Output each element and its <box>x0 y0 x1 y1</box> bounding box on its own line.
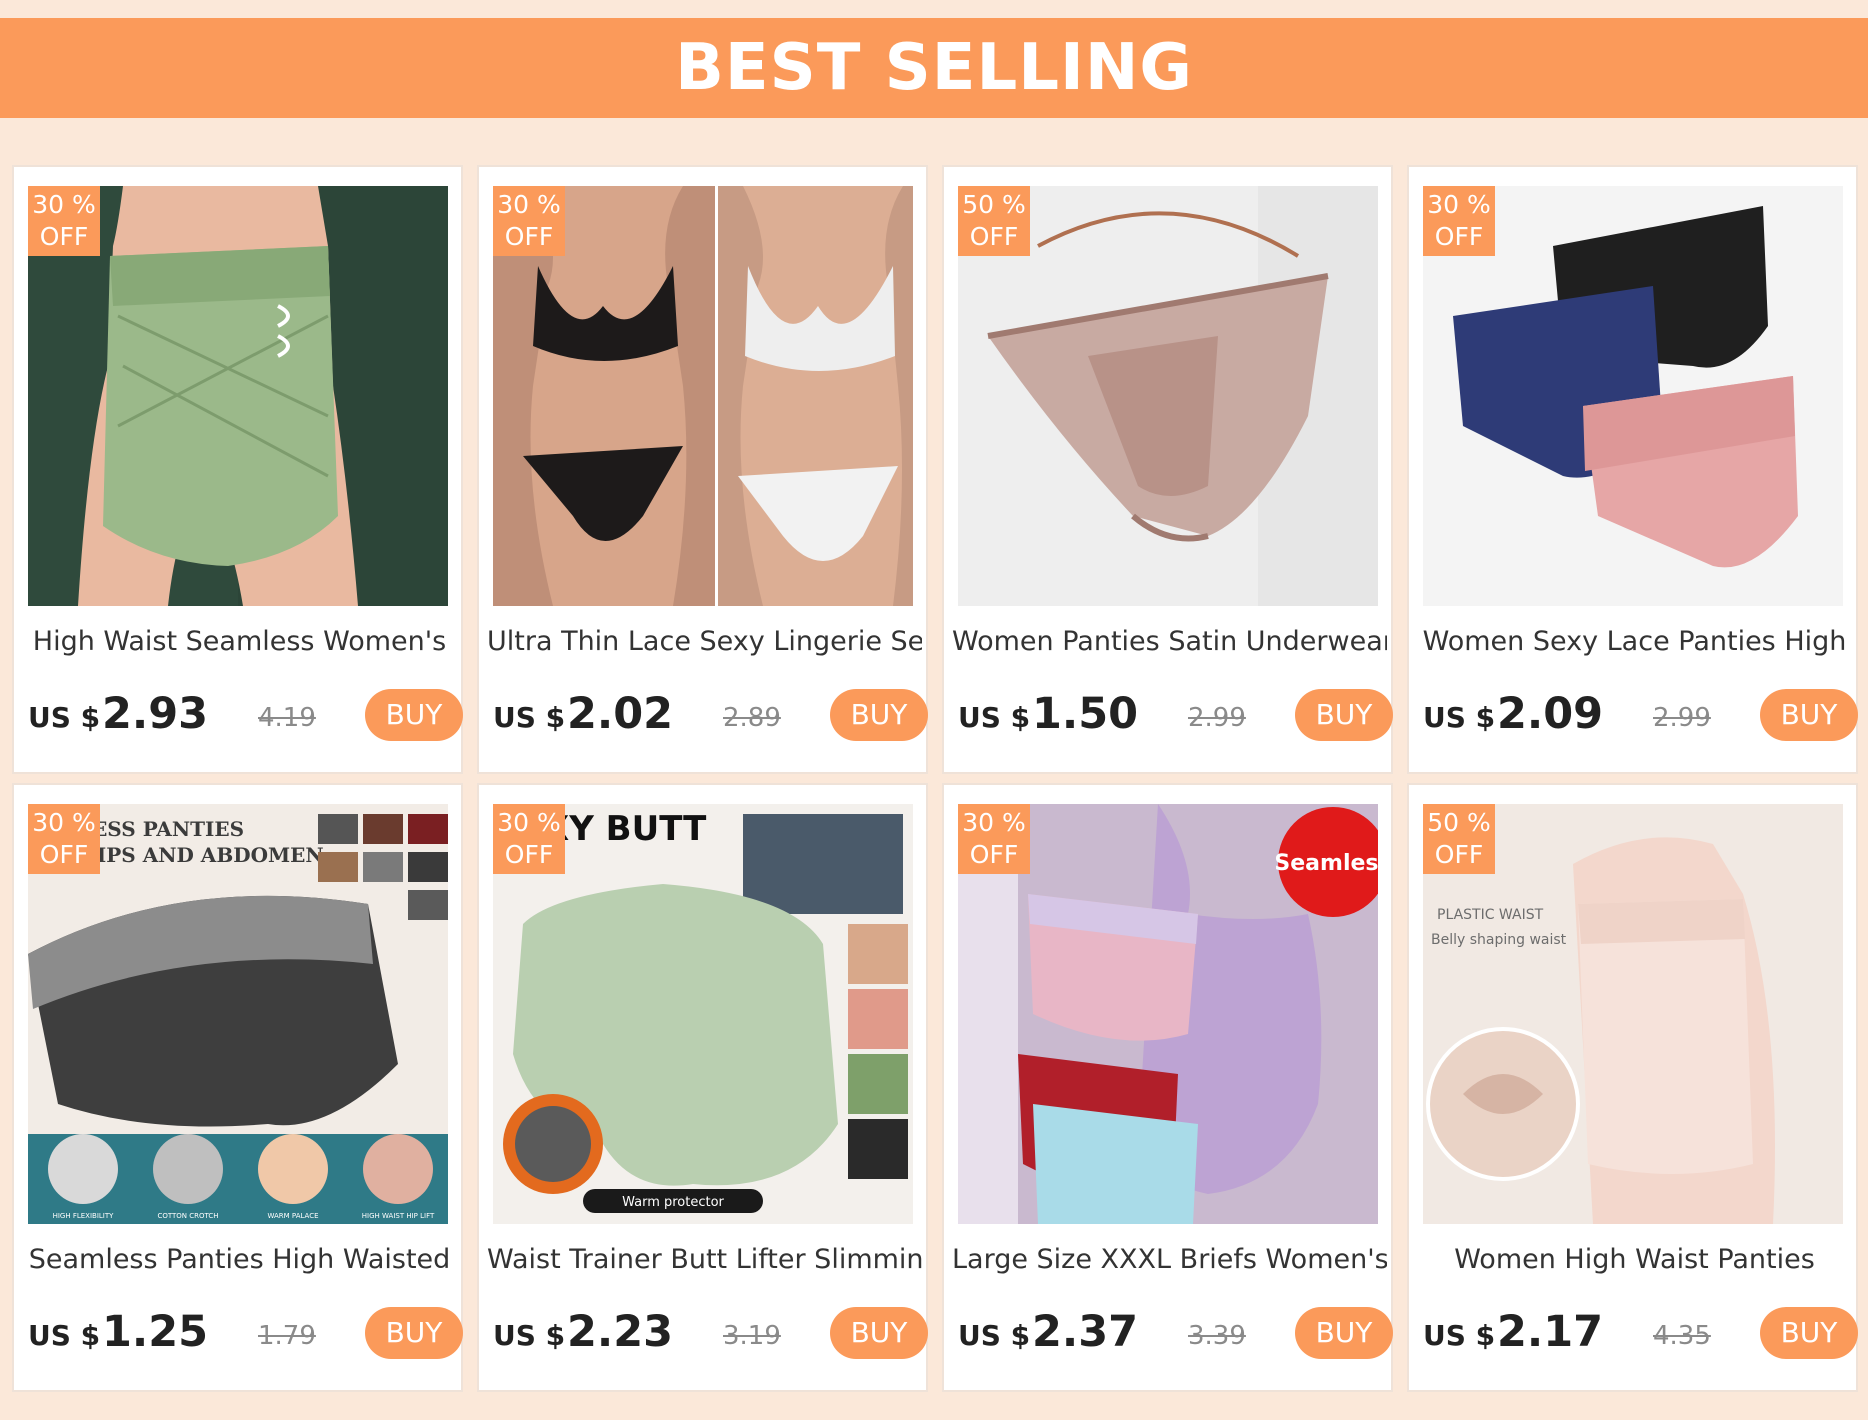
discount-off-label: OFF <box>969 840 1019 869</box>
discount-badge: 30 % OFF <box>493 186 565 256</box>
product-grid: 30 % OFF High Waist Seamless Women's US … <box>12 165 1858 1392</box>
product-title[interactable]: Seamless Panties High Waisted <box>22 1244 457 1275</box>
sale-price: 2.09 <box>1497 689 1604 739</box>
buy-button[interactable]: BUY <box>830 1307 928 1359</box>
product-card[interactable]: 30 % OFF High Waist Seamless Women's US … <box>12 165 463 774</box>
sale-price: 2.37 <box>1032 1307 1139 1357</box>
image-heading-2: HIPS AND ABDOMEN <box>78 843 324 867</box>
discount-percent: 30 % <box>497 190 561 219</box>
currency-label: US $ <box>958 701 1031 734</box>
price-row: US $ 2.93 4.19 BUY <box>28 687 463 747</box>
product-title[interactable]: Large Size XXXL Briefs Women's <box>952 1244 1387 1275</box>
price-row: US $ 2.09 2.99 BUY <box>1423 687 1858 747</box>
image-text-line-1: PLASTIC WAIST <box>1437 907 1544 923</box>
price-row: US $ 2.37 3.39 BUY <box>958 1305 1393 1365</box>
seamless-sticker: Seamless <box>1274 851 1378 876</box>
price-row: US $ 1.50 2.99 BUY <box>958 687 1393 747</box>
product-card[interactable]: 30 % OFF Women Sexy Lace Panties High US… <box>1407 165 1858 774</box>
sale-price: 2.17 <box>1497 1307 1604 1357</box>
product-card[interactable]: Seamless 30 % OFF Large Size XXXL Briefs… <box>942 783 1393 1392</box>
price-row: US $ 2.23 3.19 BUY <box>493 1305 928 1365</box>
currency-label: US $ <box>28 1319 101 1352</box>
currency-label: US $ <box>958 1319 1031 1352</box>
discount-badge: 30 % OFF <box>1423 186 1495 256</box>
price-row: US $ 1.25 1.79 BUY <box>28 1305 463 1365</box>
product-title[interactable]: Women Panties Satin Underwear <box>952 626 1387 657</box>
price-row: US $ 2.17 4.35 BUY <box>1423 1305 1858 1365</box>
product-title[interactable]: Ultra Thin Lace Sexy Lingerie Set <box>487 626 922 657</box>
feature-label: HIGH FLEXIBILITY <box>53 1212 115 1220</box>
discount-percent: 30 % <box>1427 190 1491 219</box>
currency-label: US $ <box>493 701 566 734</box>
buy-button[interactable]: BUY <box>365 1307 463 1359</box>
buy-button[interactable]: BUY <box>1295 689 1393 741</box>
discount-percent: 50 % <box>1427 808 1491 837</box>
feature-label: WARM PALACE <box>267 1212 318 1220</box>
discount-percent: 30 % <box>32 190 96 219</box>
best-selling-banner: BEST SELLING <box>0 18 1868 118</box>
original-price: 2.99 <box>1188 703 1246 733</box>
discount-percent: 30 % <box>497 808 561 837</box>
buy-button[interactable]: BUY <box>1760 1307 1858 1359</box>
discount-badge: 30 % OFF <box>958 804 1030 874</box>
product-card[interactable]: LESS PANTIES HIPS AND ABDOMEN HIGH FLEXI… <box>12 783 463 1392</box>
product-title[interactable]: Waist Trainer Butt Lifter Slimming <box>487 1244 922 1275</box>
product-card[interactable]: PLASTIC WAIST Belly shaping waist 50 % O… <box>1407 783 1858 1392</box>
discount-off-label: OFF <box>504 840 554 869</box>
currency-label: US $ <box>28 701 101 734</box>
product-title[interactable]: Women High Waist Panties <box>1417 1244 1852 1275</box>
discount-off-label: OFF <box>969 222 1019 251</box>
image-caption: Warm protector <box>622 1195 724 1210</box>
buy-button[interactable]: BUY <box>1295 1307 1393 1359</box>
buy-button[interactable]: BUY <box>830 689 928 741</box>
discount-off-label: OFF <box>39 222 89 251</box>
discount-off-label: OFF <box>1434 840 1484 869</box>
original-price: 2.89 <box>723 703 781 733</box>
discount-badge: 50 % OFF <box>958 186 1030 256</box>
discount-off-label: OFF <box>39 840 89 869</box>
sale-price: 2.02 <box>567 689 674 739</box>
buy-button[interactable]: BUY <box>365 689 463 741</box>
sale-price: 1.25 <box>102 1307 209 1357</box>
currency-label: US $ <box>493 1319 566 1352</box>
sale-price: 2.23 <box>567 1307 674 1357</box>
product-title[interactable]: Women Sexy Lace Panties High <box>1417 626 1852 657</box>
product-card[interactable]: 50 % OFF Women Panties Satin Underwear U… <box>942 165 1393 774</box>
discount-badge: 50 % OFF <box>1423 804 1495 874</box>
discount-badge: 30 % OFF <box>28 804 100 874</box>
feature-label: HIGH WAIST HIP LIFT <box>362 1212 435 1220</box>
discount-percent: 30 % <box>32 808 96 837</box>
discount-badge: 30 % OFF <box>493 804 565 874</box>
original-price: 3.19 <box>723 1321 781 1351</box>
product-card[interactable]: XY BUTT Warm protector 30 % OFF Waist Tr… <box>477 783 928 1392</box>
original-price: 3.39 <box>1188 1321 1246 1351</box>
original-price: 4.19 <box>258 703 316 733</box>
banner-title: BEST SELLING <box>675 31 1193 105</box>
discount-percent: 50 % <box>962 190 1026 219</box>
currency-label: US $ <box>1423 1319 1496 1352</box>
original-price: 1.79 <box>258 1321 316 1351</box>
product-title[interactable]: High Waist Seamless Women's <box>22 626 457 657</box>
discount-percent: 30 % <box>962 808 1026 837</box>
image-heading-1: LESS PANTIES <box>78 817 244 841</box>
sale-price: 2.93 <box>102 689 209 739</box>
product-card[interactable]: 30 % OFF Ultra Thin Lace Sexy Lingerie S… <box>477 165 928 774</box>
discount-off-label: OFF <box>1434 222 1484 251</box>
feature-label: COTTON CROTCH <box>157 1212 218 1220</box>
original-price: 4.35 <box>1653 1321 1711 1351</box>
buy-button[interactable]: BUY <box>1760 689 1858 741</box>
sale-price: 1.50 <box>1032 689 1139 739</box>
image-heading: XY BUTT <box>543 809 707 849</box>
discount-off-label: OFF <box>504 222 554 251</box>
original-price: 2.99 <box>1653 703 1711 733</box>
price-row: US $ 2.02 2.89 BUY <box>493 687 928 747</box>
discount-badge: 30 % OFF <box>28 186 100 256</box>
currency-label: US $ <box>1423 701 1496 734</box>
image-text-line-2: Belly shaping waist <box>1431 932 1567 948</box>
